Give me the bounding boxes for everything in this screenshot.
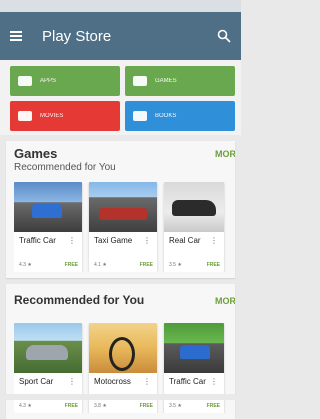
app-bar: Play Store [0,12,241,60]
more-button[interactable]: MORE [215,296,235,306]
app-title: Sport Car [19,377,54,386]
app-title: Play Store [42,27,112,45]
category-books[interactable]: BOOKS [125,101,235,131]
app-card[interactable]: Real Car ⋮ 3.5 ★ FREE [164,182,224,272]
category-games[interactable]: GAMES [125,66,235,96]
more-button[interactable]: MORE [215,149,235,159]
overflow-menu-icon[interactable]: ⋮ [210,377,218,386]
section-subtitle: Recommended for You [14,162,116,173]
status-bar [0,0,241,12]
app-title: Motocross [94,377,131,386]
book-icon [133,111,147,121]
section-header: Recommended for You MORE [14,293,235,317]
app-rating: 4.1 ★ [94,262,107,268]
section-title: Recommended for You [14,293,145,307]
app-price: FREE [64,403,78,409]
section-games: Games Recommended for You MORE Traffic C… [6,141,235,278]
app-thumbnail [89,323,157,373]
overflow-menu-icon[interactable]: ⋮ [143,377,151,386]
app-card[interactable]: Taxi Game ⋮ 4.1 ★ FREE [89,182,157,272]
section-header: Games Recommended for You MORE [14,146,235,176]
category-movies[interactable]: MOVIES [10,101,120,131]
app-rating: 3.5 ★ [169,262,182,268]
card-row: Traffic Car ⋮ 4.3 ★ FREE Taxi Game ⋮ 4.1… [14,182,235,272]
app-rating: 3.5 ★ [169,403,182,409]
category-grid: APPS GAMES MOVIES BOOKS [0,60,241,135]
android-icon [18,76,32,86]
film-icon [18,111,32,121]
app-title: Traffic Car [169,377,206,386]
gamepad-icon [133,76,147,86]
app-price: FREE [206,403,220,409]
app-price: FREE [64,262,78,268]
overflow-menu-icon[interactable]: ⋮ [68,377,76,386]
app-thumbnail [164,182,224,232]
category-apps[interactable]: APPS [10,66,120,96]
category-books-label: BOOKS [155,113,177,119]
app-rating: 4.3 ★ [19,403,32,409]
app-title: Taxi Game [94,236,133,245]
app-thumbnail [14,182,82,232]
category-movies-label: MOVIES [40,113,64,119]
app-rating: 4.3 ★ [19,262,32,268]
overflow-menu-icon[interactable]: ⋮ [68,236,76,245]
app-card[interactable]: Traffic Car ⋮ 4.3 ★ FREE [14,182,82,272]
category-apps-label: APPS [40,78,57,84]
app-price: FREE [139,403,153,409]
app-title: Real Car [169,236,201,245]
menu-icon[interactable] [10,31,22,41]
section-title: Games [14,146,58,161]
app-price: FREE [206,262,220,268]
overflow-menu-icon[interactable]: ⋮ [143,236,151,245]
app-price: FREE [139,262,153,268]
search-icon[interactable] [217,29,231,43]
bottom-edge [0,394,241,400]
app-title: Traffic Car [19,236,56,245]
overflow-menu-icon[interactable]: ⋮ [210,236,218,245]
category-games-label: GAMES [155,78,177,84]
app-rating: 3.8 ★ [94,403,107,409]
app-thumbnail [164,323,224,373]
app-thumbnail [89,182,157,232]
app-thumbnail [14,323,82,373]
